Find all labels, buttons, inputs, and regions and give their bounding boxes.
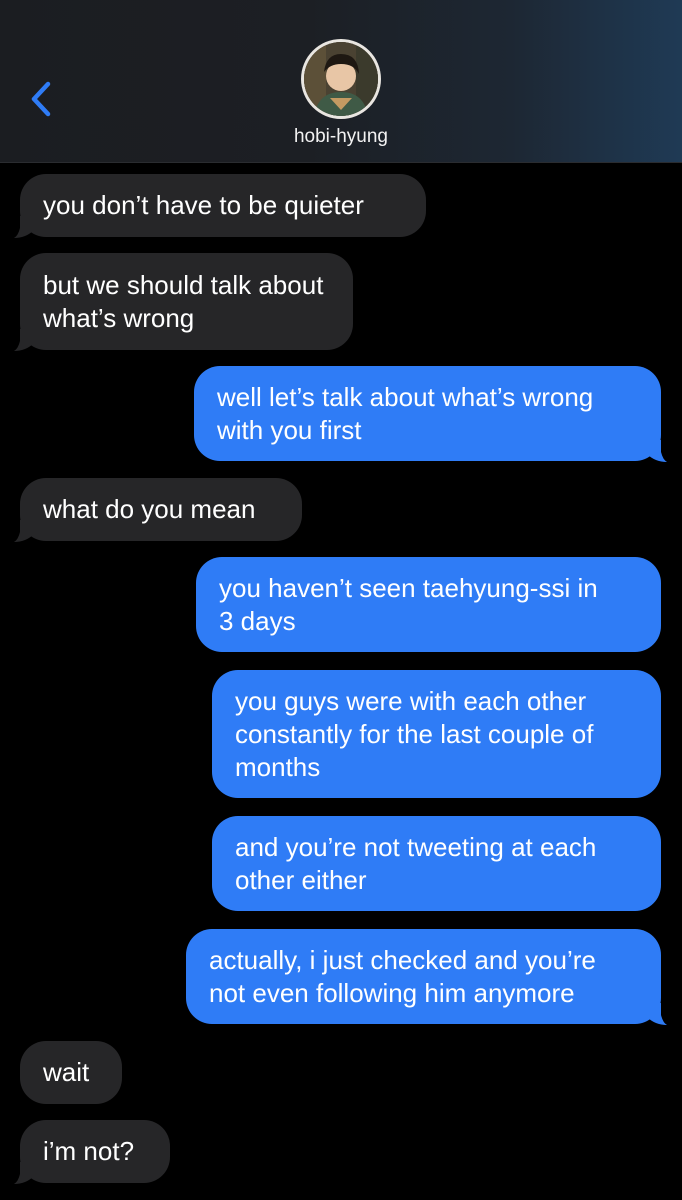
message-bubble-incoming[interactable]: i’m not? xyxy=(14,1120,170,1184)
bubble-tail xyxy=(14,216,34,238)
message-thread: you don’t have to be quieter but we shou… xyxy=(0,162,682,1200)
contact-photo xyxy=(304,42,378,116)
message-bubble-incoming[interactable]: wait xyxy=(20,1041,122,1104)
avatar[interactable] xyxy=(304,42,378,116)
message-bubble-outgoing[interactable]: and you’re not tweeting at each other ei… xyxy=(212,816,661,911)
bubble-tail xyxy=(647,1003,667,1025)
message-text: but we should talk about what’s wrong xyxy=(43,269,324,333)
message-bubble-outgoing[interactable]: you guys were with each other constantly… xyxy=(212,670,661,798)
message-text: wait xyxy=(43,1057,90,1087)
bubble-tail xyxy=(14,1162,34,1184)
message-bubble-incoming[interactable]: what do you mean xyxy=(14,478,302,542)
message-text: and you’re not tweeting at each other ei… xyxy=(235,831,597,895)
contact-name[interactable]: hobi-hyung xyxy=(0,126,682,148)
message-text: you guys were with each other constantly… xyxy=(235,685,594,782)
message-text: i’m not? xyxy=(43,1136,135,1166)
chevron-left-icon xyxy=(31,81,51,117)
bubble-tail xyxy=(647,440,667,462)
message-text: actually, i just checked and you’re not … xyxy=(209,944,596,1008)
message-bubble-incoming[interactable]: you don’t have to be quieter xyxy=(14,174,426,238)
message-text: you haven’t seen taehyung-ssi in 3 days xyxy=(219,572,598,636)
back-button[interactable] xyxy=(22,74,62,124)
bubble-tail xyxy=(14,520,34,542)
message-bubble-outgoing[interactable]: you haven’t seen taehyung-ssi in 3 days xyxy=(196,557,661,652)
message-bubble-outgoing[interactable]: actually, i just checked and you’re not … xyxy=(186,929,667,1025)
bubble-tail xyxy=(14,329,34,351)
message-bubble-incoming[interactable]: but we should talk about what’s wrong xyxy=(14,253,353,351)
message-text: well let’s talk about what’s wrong with … xyxy=(217,381,594,445)
message-text: what do you mean xyxy=(43,494,256,524)
message-bubble-outgoing[interactable]: well let’s talk about what’s wrong with … xyxy=(194,366,667,462)
conversation-header: hobi-hyung xyxy=(0,0,682,163)
message-text: you don’t have to be quieter xyxy=(43,190,364,220)
